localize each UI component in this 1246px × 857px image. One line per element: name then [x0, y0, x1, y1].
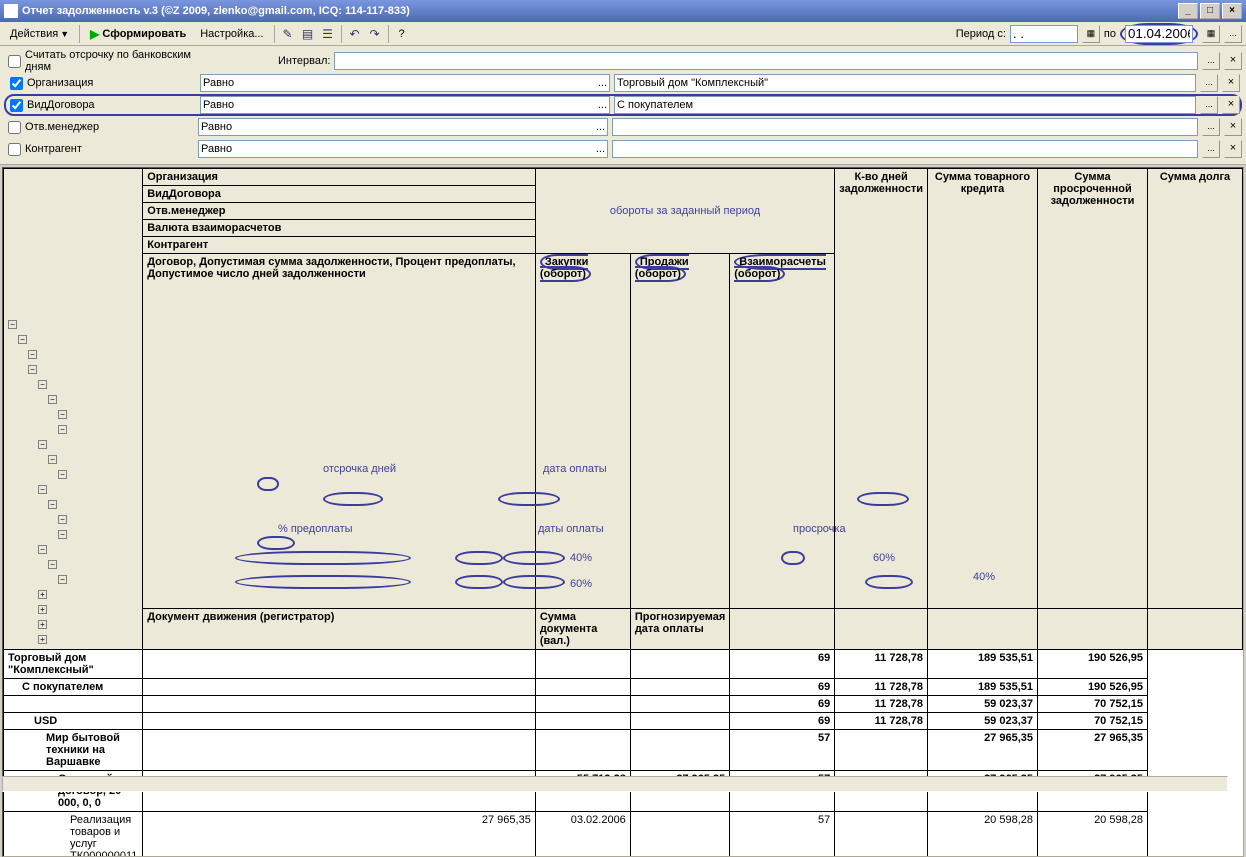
org-check[interactable]: Организация — [6, 77, 196, 90]
org-select[interactable]: ... — [1200, 74, 1218, 92]
interval-clear[interactable]: × — [1224, 52, 1242, 70]
window-title: Отчет задолженность v.3 (©Z 2009, zlenko… — [22, 5, 410, 17]
tree-toggle[interactable]: − — [58, 425, 67, 434]
horizontal-scrollbar[interactable] — [2, 776, 1228, 792]
manager-op[interactable]: Равно... — [198, 118, 608, 136]
contract-type-select[interactable]: ... — [1200, 96, 1218, 114]
settings-button[interactable]: Настройка... — [194, 24, 269, 44]
manager-select[interactable]: ... — [1202, 118, 1220, 136]
period-select-button[interactable]: ... — [1224, 25, 1242, 43]
col-days: К-во дней задолженности — [835, 169, 928, 609]
contract-type-check[interactable]: ВидДоговора — [6, 99, 196, 112]
manager-check[interactable]: Отв.менеджер — [4, 121, 194, 134]
col-contract: Договор, Допустимая сумма задолженности,… — [143, 254, 536, 609]
contragent-op[interactable]: Равно... — [198, 140, 608, 158]
tool-icon-5[interactable]: ↷ — [366, 25, 384, 43]
col-contragent: Контрагент — [143, 237, 536, 254]
table-row[interactable]: Реализация товаров и услуг ТК000000011 о… — [4, 812, 1243, 857]
tree-toggle[interactable]: − — [48, 455, 57, 464]
col-credit: Сумма товарного кредита — [928, 169, 1038, 609]
col-org: Организация — [143, 169, 536, 186]
col-overdue: Сумма просроченной задолженности — [1038, 169, 1148, 609]
contract-type-clear[interactable]: × — [1222, 96, 1240, 114]
contract-type-op[interactable]: Равно... — [200, 96, 610, 114]
org-op[interactable]: Равно... — [200, 74, 610, 92]
table-row[interactable]: 6911 728,7859 023,3770 752,15 — [4, 696, 1243, 713]
manager-clear[interactable]: × — [1224, 118, 1242, 136]
col-contract-type: ВидДоговора — [143, 186, 536, 203]
interval-label: Интервал: — [278, 55, 330, 67]
period-from-input[interactable] — [1010, 25, 1078, 43]
manager-val[interactable] — [612, 118, 1198, 136]
col-settle: Взаиморасчеты (оборот) — [730, 254, 835, 609]
interval-input[interactable] — [334, 52, 1198, 70]
table-row[interactable]: Мир бытовой техники на Варшавке5727 965,… — [4, 730, 1243, 771]
table-row[interactable]: Торговый дом "Комплексный"6911 728,78189… — [4, 650, 1243, 679]
tool-icon-4[interactable]: ↶ — [346, 25, 364, 43]
close-button[interactable]: × — [1222, 3, 1242, 19]
org-clear[interactable]: × — [1222, 74, 1240, 92]
tool-icon-3[interactable]: ☰ — [319, 25, 337, 43]
col-docsum: Сумма документа (вал.) — [535, 609, 630, 650]
tree-toggle[interactable]: + — [38, 605, 47, 614]
turnover-header: обороты за заданный период — [535, 169, 834, 254]
tree-toggle[interactable]: − — [48, 500, 57, 509]
minimize-button[interactable]: _ — [1178, 3, 1198, 19]
period-from-label: Период с: — [956, 28, 1006, 40]
tree-toggle[interactable]: − — [18, 335, 27, 344]
col-sales: Продажи (оборот) — [630, 254, 729, 609]
contract-type-val[interactable]: С покупателем — [614, 96, 1196, 114]
filter-panel: Считать отсрочку по банковским дням Инте… — [0, 46, 1246, 165]
run-button[interactable]: ▶ Сформировать — [84, 24, 192, 44]
col-paydate: Прогнозируемая дата оплаты — [630, 609, 729, 650]
tree-toggle[interactable]: + — [38, 590, 47, 599]
tree-toggle[interactable]: − — [58, 410, 67, 419]
tree-toggle[interactable]: + — [38, 620, 47, 629]
bank-days-check[interactable]: Считать отсрочку по банковским дням — [4, 49, 194, 73]
col-doc: Документ движения (регистратор) — [143, 609, 536, 650]
tree-toggle[interactable]: − — [38, 440, 47, 449]
report-table: −−−−−−−−−−−−−−−−−−++++ Организация оборо… — [3, 168, 1243, 857]
tree-column[interactable]: −−−−−−−−−−−−−−−−−−++++ — [4, 169, 143, 650]
table-row[interactable]: USD6911 728,7859 023,3770 752,15 — [4, 713, 1243, 730]
table-row[interactable]: С покупателем6911 728,78189 535,51190 52… — [4, 679, 1243, 696]
play-icon: ▶ — [90, 27, 99, 41]
period-to-input[interactable] — [1125, 25, 1193, 43]
actions-menu[interactable]: Действия▼ — [4, 24, 75, 44]
maximize-button[interactable]: □ — [1200, 3, 1220, 19]
col-manager: Отв.менеджер — [143, 203, 536, 220]
tree-toggle[interactable]: − — [58, 530, 67, 539]
window-titlebar: Отчет задолженность v.3 (©Z 2009, zlenko… — [0, 0, 1246, 22]
tree-toggle[interactable]: − — [48, 395, 57, 404]
tool-icon-2[interactable]: ▤ — [299, 25, 317, 43]
tree-toggle[interactable]: − — [48, 560, 57, 569]
contragent-check[interactable]: Контрагент — [4, 143, 194, 156]
contragent-clear[interactable]: × — [1224, 140, 1242, 158]
tree-toggle[interactable]: − — [28, 350, 37, 359]
col-currency: Валюта взаиморасчетов — [143, 220, 536, 237]
tree-toggle[interactable]: − — [38, 485, 47, 494]
tree-toggle[interactable]: + — [38, 635, 47, 644]
col-debt: Сумма долга — [1148, 169, 1243, 609]
tree-toggle[interactable]: − — [58, 575, 67, 584]
contragent-select[interactable]: ... — [1202, 140, 1220, 158]
tree-toggle[interactable]: − — [8, 320, 17, 329]
app-icon — [4, 4, 18, 18]
help-button[interactable]: ? — [393, 24, 411, 44]
tree-toggle[interactable]: − — [58, 515, 67, 524]
calendar-to-button[interactable]: ▦ — [1202, 25, 1220, 43]
tree-toggle[interactable]: − — [38, 545, 47, 554]
main-toolbar: Действия▼ ▶ Сформировать Настройка... ✎ … — [0, 22, 1246, 46]
tree-toggle[interactable]: − — [58, 470, 67, 479]
org-val[interactable]: Торговый дом "Комплексный" — [614, 74, 1196, 92]
tree-toggle[interactable]: − — [38, 380, 47, 389]
tool-icon-1[interactable]: ✎ — [279, 25, 297, 43]
report-area: −−−−−−−−−−−−−−−−−−++++ Организация оборо… — [2, 167, 1244, 857]
col-purch: Закупки (оборот) — [535, 254, 630, 609]
period-to-label: по — [1104, 28, 1116, 40]
interval-select[interactable]: ... — [1202, 52, 1220, 70]
calendar-from-button[interactable]: ▦ — [1082, 25, 1100, 43]
tree-toggle[interactable]: − — [28, 365, 37, 374]
contragent-val[interactable] — [612, 140, 1198, 158]
